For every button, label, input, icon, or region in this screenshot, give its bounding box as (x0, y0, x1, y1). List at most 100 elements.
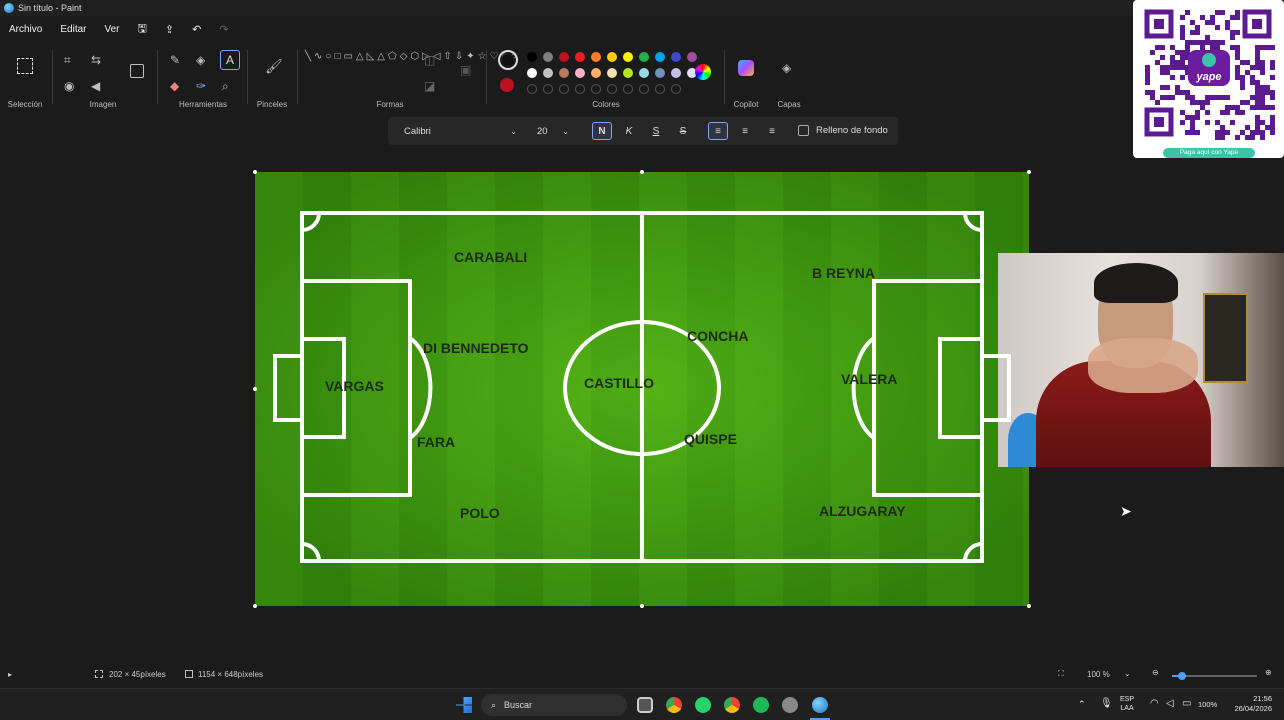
chrome-icon[interactable] (666, 697, 682, 713)
shapes-icon[interactable]: ╲∿○□▭△◺△⬠◇⬡▷◁⇧⇩✦☆♡◌○ (305, 50, 517, 63)
custom-color-slot[interactable] (639, 84, 649, 94)
custom-color-slot[interactable] (623, 84, 633, 94)
custom-color-slot[interactable] (575, 84, 585, 94)
color-swatch[interactable] (559, 52, 569, 62)
underline-button[interactable]: S (646, 122, 666, 140)
color-swatch[interactable] (591, 52, 601, 62)
text-tool-icon[interactable]: A (220, 50, 240, 70)
person-hands (1088, 338, 1198, 393)
color-swatch[interactable] (543, 68, 553, 78)
custom-color-slot[interactable] (559, 84, 569, 94)
wifi-icon[interactable]: ◠ (1150, 698, 1159, 709)
menu-editar[interactable]: Editar (51, 24, 95, 35)
font-family-select[interactable]: Calibri ⌄ (398, 122, 523, 140)
color-swatch[interactable] (687, 52, 697, 62)
italic-button[interactable]: K (619, 122, 639, 140)
color-swatch[interactable] (671, 68, 681, 78)
edit-colors-icon[interactable] (695, 64, 711, 80)
align-left-icon[interactable]: ≡ (708, 122, 728, 140)
background-fill-checkbox[interactable] (798, 125, 809, 136)
color-swatch[interactable] (607, 68, 617, 78)
zoom-in-icon[interactable]: ⊕ (1265, 668, 1272, 677)
align-center-icon[interactable]: ≡ (735, 122, 755, 140)
menu-archivo[interactable]: Archivo (0, 24, 51, 35)
background-remove-icon[interactable]: ◉ (64, 80, 74, 92)
chrome-alt-icon[interactable] (782, 697, 798, 713)
text-format-toolbar: Calibri ⌄ 20 ⌄ N K S S ≡ ≡ ≡ Relleno de … (388, 117, 898, 145)
language-indicator[interactable]: ESP LAA (1120, 695, 1134, 713)
start-button-icon[interactable] (456, 697, 472, 713)
save-icon[interactable]: 🖫 (129, 20, 156, 39)
pencil-icon[interactable]: ✎ (170, 54, 180, 66)
magnifier-icon[interactable]: ⌕ (222, 80, 229, 92)
color-swatch[interactable] (527, 52, 537, 62)
zoom-level[interactable]: 100 % (1087, 670, 1110, 679)
battery-icon[interactable]: ▭ (1182, 698, 1191, 709)
spotify-icon[interactable] (753, 697, 769, 713)
secondary-color-swatch[interactable] (500, 78, 514, 92)
custom-color-slot[interactable] (607, 84, 617, 94)
copilot-icon[interactable] (738, 60, 754, 76)
task-view-icon[interactable] (637, 697, 653, 713)
resize-icon[interactable]: ⇆ (91, 54, 101, 66)
outline-icon[interactable]: ◫ (424, 54, 435, 66)
paint-taskbar-icon[interactable] (812, 697, 828, 713)
brush-icon[interactable]: 🖌 (265, 59, 283, 73)
menu-ver[interactable]: Ver (95, 24, 128, 35)
primary-color-swatch[interactable] (498, 50, 518, 70)
font-size-select[interactable]: 20 ⌄ (531, 122, 575, 140)
rotate-icon[interactable]: ◀ (91, 80, 100, 92)
color-swatch[interactable] (623, 52, 633, 62)
chevron-up-icon[interactable]: ⌃ (1078, 699, 1086, 710)
clock[interactable]: 21:56 26/04/2026 (1226, 694, 1272, 714)
custom-color-slot[interactable] (655, 84, 665, 94)
color-swatch[interactable] (575, 68, 585, 78)
status-bar: ▸ 202 × 45píxeles 1154 × 648píxeles ⛶ 10… (0, 666, 1284, 686)
whatsapp-icon[interactable] (695, 697, 711, 713)
selection-icon[interactable] (17, 58, 33, 74)
redo-icon[interactable]: ↷ (210, 23, 237, 36)
taskbar-search[interactable]: ⌕ Buscar (481, 694, 627, 716)
color-picker-icon[interactable]: ✑ (196, 80, 206, 92)
crop-icon[interactable]: ⌗ (64, 54, 71, 66)
shape-style-icon[interactable]: ▣ (460, 64, 471, 76)
canvas-size-icon (185, 670, 193, 678)
fill-icon[interactable]: ◈ (196, 54, 205, 66)
microphone-icon[interactable]: 🎙 (1100, 698, 1113, 709)
zoom-out-icon[interactable]: ⊖ (1152, 668, 1159, 677)
undo-icon[interactable]: ↶ (183, 23, 210, 36)
chrome-profile-icon[interactable] (724, 697, 740, 713)
color-swatch[interactable] (543, 52, 553, 62)
fit-to-window-icon[interactable]: ⛶ (1058, 669, 1064, 679)
custom-color-slot[interactable] (591, 84, 601, 94)
color-swatch[interactable] (527, 68, 537, 78)
strikethrough-button[interactable]: S (673, 122, 693, 140)
image-select-icon[interactable] (130, 64, 144, 78)
zoom-slider[interactable] (1172, 672, 1257, 680)
align-right-icon[interactable]: ≡ (762, 122, 782, 140)
zoom-slider-thumb[interactable] (1178, 672, 1186, 680)
shape-fill-icon[interactable]: ◪ (424, 80, 435, 92)
eraser-icon[interactable]: ◆ (170, 80, 179, 92)
canvas-soccer-field[interactable]: CARABALI DI BENNEDETO VARGAS FARA POLO C… (255, 172, 1029, 606)
layers-icon[interactable]: ◈ (782, 62, 791, 74)
bold-button[interactable]: N (592, 122, 612, 140)
title-bar: Sin título - Paint (0, 0, 1284, 16)
color-swatch[interactable] (671, 52, 681, 62)
color-swatch[interactable] (639, 52, 649, 62)
color-swatch[interactable] (655, 68, 665, 78)
speaker-icon[interactable]: ◁ (1166, 698, 1174, 709)
color-swatch[interactable] (655, 52, 665, 62)
pointer-icon: ▸ (8, 670, 13, 679)
color-swatch[interactable] (623, 68, 633, 78)
share-icon[interactable]: ⇪ (156, 23, 183, 36)
custom-color-slot[interactable] (543, 84, 553, 94)
custom-color-slot[interactable] (671, 84, 681, 94)
color-swatch[interactable] (591, 68, 601, 78)
color-swatch[interactable] (607, 52, 617, 62)
color-swatch[interactable] (639, 68, 649, 78)
custom-color-slot[interactable] (527, 84, 537, 94)
color-swatch[interactable] (559, 68, 569, 78)
chevron-down-icon[interactable]: ⌄ (1124, 669, 1131, 678)
color-swatch[interactable] (575, 52, 585, 62)
